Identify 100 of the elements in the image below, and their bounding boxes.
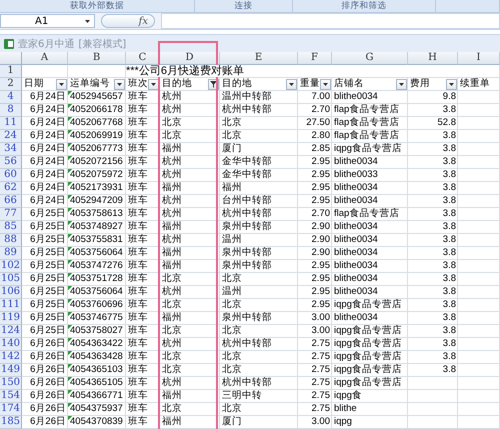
column-header[interactable]: D bbox=[160, 52, 220, 65]
table-cell: blithe0034 bbox=[332, 273, 408, 286]
row-header[interactable]: 77 bbox=[0, 208, 22, 221]
row-header[interactable]: 140 bbox=[0, 338, 22, 351]
row-header[interactable]: 149 bbox=[0, 364, 22, 377]
row-header[interactable]: 142 bbox=[0, 351, 22, 364]
table-cell: 27.50 bbox=[298, 117, 332, 130]
table-cell: 北京 bbox=[220, 130, 298, 143]
row-header[interactable]: 150 bbox=[0, 377, 22, 390]
filter-button[interactable] bbox=[56, 78, 67, 90]
table-cell: 班车 bbox=[126, 195, 160, 208]
table-cell: 3.8 bbox=[408, 195, 458, 208]
filter-button[interactable] bbox=[286, 78, 297, 90]
table-cell: 泉州中转部 bbox=[220, 260, 298, 273]
header-label: 重量 bbox=[300, 78, 320, 90]
column-header[interactable]: G bbox=[332, 52, 408, 65]
table-cell: 杭州中转部 bbox=[220, 377, 298, 390]
table-cell bbox=[458, 130, 500, 143]
table-cell: iqpg食品专营店 bbox=[332, 325, 408, 338]
row-header[interactable]: 62 bbox=[0, 182, 22, 195]
row-header[interactable]: 60 bbox=[0, 169, 22, 182]
row-header[interactable]: 8 bbox=[0, 104, 22, 117]
table-cell: 4053756064 bbox=[68, 247, 126, 260]
table-cell: 杭州中转部 bbox=[220, 208, 298, 221]
column-header[interactable]: A bbox=[22, 52, 68, 65]
table-cell: 班车 bbox=[126, 364, 160, 377]
table-cell bbox=[458, 182, 500, 195]
table-cell: 杭州 bbox=[160, 234, 220, 247]
table-cell: 北京 bbox=[160, 364, 220, 377]
row-header[interactable]: 119 bbox=[0, 312, 22, 325]
column-header[interactable]: F bbox=[298, 52, 332, 65]
table-cell: 6月25日 bbox=[22, 273, 68, 286]
row-header[interactable]: 89 bbox=[0, 247, 22, 260]
table-cell: 6月24日 bbox=[22, 117, 68, 130]
filter-button[interactable] bbox=[320, 78, 331, 90]
row-header[interactable]: 105 bbox=[0, 273, 22, 286]
column-header[interactable]: I bbox=[458, 52, 500, 65]
table-cell: blithe0034 bbox=[332, 286, 408, 299]
table-cell: 2.75 bbox=[298, 403, 332, 416]
row-header[interactable]: 56 bbox=[0, 156, 22, 169]
table-cell: 6月25日 bbox=[22, 286, 68, 299]
row-header[interactable]: 1 bbox=[0, 65, 22, 78]
filter-button[interactable] bbox=[148, 78, 159, 90]
filter-button[interactable] bbox=[114, 78, 125, 90]
filter-button[interactable] bbox=[396, 78, 407, 90]
table-cell: 3.8 bbox=[408, 364, 458, 377]
table-cell: 3.8 bbox=[408, 325, 458, 338]
table-cell bbox=[458, 299, 500, 312]
row-header[interactable]: 111 bbox=[0, 299, 22, 312]
row-header[interactable]: 4 bbox=[0, 91, 22, 104]
table-cell: 班车 bbox=[126, 247, 160, 260]
table-cell: 52.8 bbox=[408, 117, 458, 130]
dropdown-arrow-icon bbox=[151, 82, 156, 86]
row-header[interactable]: 34 bbox=[0, 143, 22, 156]
table-cell: 4054375937 bbox=[68, 403, 126, 416]
table-cell bbox=[458, 364, 500, 377]
table-cell: 2.70 bbox=[298, 104, 332, 117]
table-cell: 6月25日 bbox=[22, 234, 68, 247]
table-cell: 班车 bbox=[126, 338, 160, 351]
table-cell: 4052075972 bbox=[68, 169, 126, 182]
row-header[interactable]: 106 bbox=[0, 286, 22, 299]
table-cell: blithe0034 bbox=[332, 182, 408, 195]
row-header[interactable]: 85 bbox=[0, 221, 22, 234]
table-cell: 杭州 bbox=[160, 377, 220, 390]
table-cell: 三明中转 bbox=[220, 390, 298, 403]
column-header[interactable]: C bbox=[126, 52, 160, 65]
row-header[interactable]: 102 bbox=[0, 260, 22, 273]
table-cell: 班车 bbox=[126, 234, 160, 247]
filter-button[interactable] bbox=[446, 78, 457, 90]
table-cell: 6月26日 bbox=[22, 351, 68, 364]
row-header[interactable]: 124 bbox=[0, 325, 22, 338]
row-header[interactable]: 11 bbox=[0, 117, 22, 130]
row-header[interactable]: 185 bbox=[0, 416, 22, 429]
row-header[interactable]: 66 bbox=[0, 195, 22, 208]
table-cell: 厦门 bbox=[220, 143, 298, 156]
table-cell: 4054363422 bbox=[68, 338, 126, 351]
row-header[interactable]: 174 bbox=[0, 403, 22, 416]
column-header[interactable]: E bbox=[220, 52, 298, 65]
insert-function-button[interactable]: fx bbox=[101, 14, 155, 28]
table-cell: 班车 bbox=[126, 260, 160, 273]
table-cell: 2.95 bbox=[298, 299, 332, 312]
column-header[interactable]: B bbox=[68, 52, 126, 65]
header-label: 费用 bbox=[410, 78, 430, 90]
row-header[interactable]: 154 bbox=[0, 390, 22, 403]
column-header[interactable]: H bbox=[408, 52, 458, 65]
table-cell: 6月26日 bbox=[22, 338, 68, 351]
table-cell: 福州 bbox=[160, 260, 220, 273]
table-cell: 6月25日 bbox=[22, 325, 68, 338]
row-header[interactable]: 2 bbox=[0, 78, 22, 91]
table-cell: 泉州中转部 bbox=[220, 312, 298, 325]
table-cell: 2.95 bbox=[298, 273, 332, 286]
table-cell: 4053747276 bbox=[68, 260, 126, 273]
table-cell: blithe0034 bbox=[332, 260, 408, 273]
table-cell: 北京 bbox=[220, 351, 298, 364]
table-cell: 4054363428 bbox=[68, 351, 126, 364]
row-header[interactable]: 88 bbox=[0, 234, 22, 247]
formula-input[interactable] bbox=[161, 13, 500, 29]
table-cell: 6月24日 bbox=[22, 156, 68, 169]
row-header[interactable]: 24 bbox=[0, 130, 22, 143]
name-box[interactable]: A1 bbox=[0, 14, 95, 28]
